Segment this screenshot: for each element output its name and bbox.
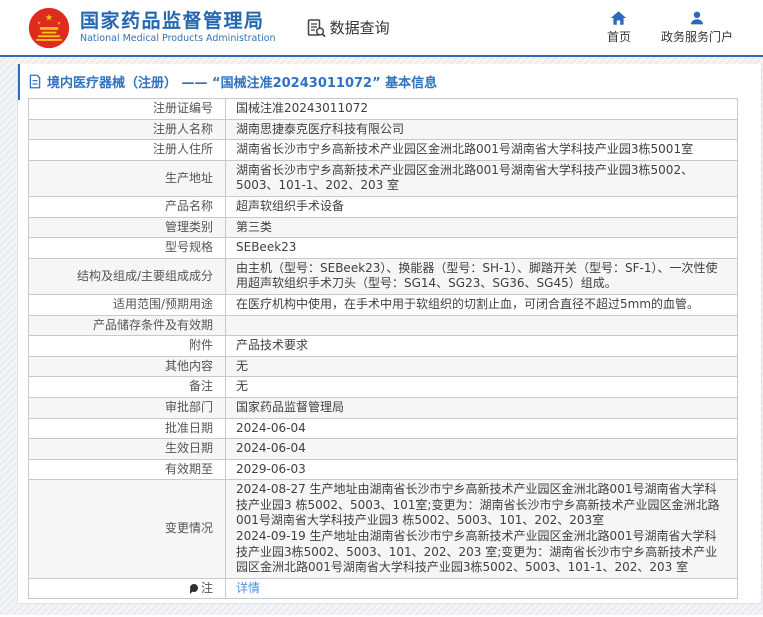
table-row: 生效日期 2024-06-04 [28, 438, 738, 460]
national-emblem-icon: ★ ★ ★ [28, 7, 70, 48]
row-value: 在医疗机构中使用，在手术中用于软组织的切割止血，可闭合直径不超过5mm的血管。 [225, 293, 738, 316]
agency-titles: 国家药品监督管理局 National Medical Products Admi… [80, 9, 276, 45]
main-area: 境内医疗器械（注册） —— “国械注准20243011072” 基本信息 注册证… [0, 57, 763, 615]
row-label: 管理类别 [28, 216, 226, 239]
row-value: 湖南省长沙市宁乡高新技术产业园区金洲北路001号湖南省大学科技产业园3栋5001… [225, 139, 738, 161]
row-value: 第三类 [225, 216, 738, 239]
row-label: 附件 [28, 335, 226, 357]
row-value: 无 [225, 376, 738, 398]
table-row: 结构及组成/主要组成成分 由主机（型号：SEBeek23）、换能器（型号：SH-1… [28, 257, 738, 295]
row-label: 注册人住所 [28, 139, 226, 161]
data-query-icon [307, 18, 326, 37]
table-row: 附件 产品技术要求 [28, 335, 738, 357]
row-label: 有效期至 [28, 458, 226, 481]
row-value: 2024-08-27 生产地址由湖南省长沙市宁乡高新技术产业园区金洲北路001号… [225, 479, 738, 579]
nav-home-label: 首页 [606, 30, 631, 44]
table-row: 产品名称 超声软组织手术设备 [28, 195, 738, 218]
agency-name: 国家药品监督管理局 [80, 9, 265, 32]
table-row: 其他内容无 [28, 355, 738, 378]
row-label: 产品储存条件及有效期 [28, 314, 226, 337]
row-label: 其他内容 [28, 355, 226, 378]
registration-info-table: 注册证编号 国械注准20243011072 注册人名称 湖南思捷泰克医疗科技有限公司注… [28, 98, 738, 600]
table-row: 注册人名称 湖南思捷泰克医疗科技有限公司 [28, 118, 738, 141]
row-label: 备注 [28, 376, 226, 398]
row-label: 生产地址 [28, 159, 226, 197]
row-value: 超声软组织手术设备 [225, 195, 738, 218]
svg-text:★: ★ [45, 12, 53, 23]
table-row: 生产地址 湖南省长沙市宁乡高新技术产业园区金洲北路001号湖南省大学科技产业园3栋… [28, 159, 738, 197]
detail-link[interactable]: 详情 [236, 581, 260, 595]
svg-text:★: ★ [37, 20, 41, 26]
row-value: 由主机（型号：SEBeek23）、换能器（型号：SH-1）、脚踏开关（型号：SF… [225, 257, 738, 295]
breadcrumb: 境内医疗器械（注册） —— “国械注准20243011072” 基本信息 [18, 64, 761, 98]
nav-home[interactable]: 首页 [607, 10, 631, 45]
row-label: 审批部门 [28, 396, 226, 419]
document-icon [29, 74, 41, 89]
user-icon [690, 11, 703, 25]
note-balloon-icon [189, 583, 198, 594]
row-value: 产品技术要求 [225, 335, 738, 357]
row-label: 批准日期 [28, 417, 226, 440]
table-row: 批准日期 2024-06-04 [28, 417, 738, 440]
row-label: 注 [28, 577, 226, 600]
table-row: 有效期至 2029-06-03 [28, 458, 738, 481]
row-label: 结构及组成/主要组成成分 [28, 257, 226, 295]
home-icon [611, 11, 627, 25]
site-header: ★ ★ ★ 国家药品监督管理局 National Medical Product… [0, 0, 763, 57]
nav-gov-portal[interactable]: 政务服务门户 [661, 10, 733, 45]
svg-text:★: ★ [57, 20, 61, 26]
table-row: 管理类别 第三类 [28, 216, 738, 239]
row-label: 生效日期 [28, 438, 226, 460]
nav-gov-portal-label: 政务服务门户 [660, 30, 733, 44]
agency-name-en: National Medical Products Administration [80, 33, 276, 45]
row-value: 无 [225, 355, 738, 378]
table-row: 变更情况 2024-08-27 生产地址由湖南省长沙市宁乡高新技术产业园区金洲北路… [28, 479, 738, 579]
table-row: 型号规格 SEBeek23 [28, 237, 738, 259]
row-value: 2024-06-04 [225, 417, 738, 440]
row-value: 2029-06-03 [225, 458, 738, 481]
data-query-label: 数据查询 [329, 19, 390, 37]
data-query-tab[interactable]: 数据查询 [306, 17, 390, 38]
breadcrumb-text: 境内医疗器械（注册） —— “国械注准20243011072” 基本信息 [47, 76, 438, 91]
top-nav: 首页 政务服务门户 [607, 10, 733, 45]
row-value: SEBeek23 [225, 237, 738, 259]
row-value: 湖南省长沙市宁乡高新技术产业园区金洲北路001号湖南省大学科技产业园3栋5002… [225, 159, 738, 197]
row-label: 产品名称 [28, 195, 226, 218]
agency-logo: ★ ★ ★ 国家药品监督管理局 National Medical Product… [27, 6, 276, 50]
table-row: 注册证编号 国械注准20243011072 [28, 98, 738, 120]
table-row: 产品储存条件及有效期 [28, 314, 738, 337]
table-row: 适用范围/预期用途 在医疗机构中使用，在手术中用于软组织的切割止血，可闭合直径不超… [28, 293, 738, 316]
row-value: 湖南思捷泰克医疗科技有限公司 [225, 118, 738, 141]
row-value: 国家药品监督管理局 [225, 396, 738, 419]
table-row: 注册人住所 湖南省长沙市宁乡高新技术产业园区金洲北路001号湖南省大学科技产业园3… [28, 139, 738, 161]
row-value [225, 314, 738, 337]
row-label: 型号规格 [28, 237, 226, 259]
row-label: 注册人名称 [28, 118, 226, 141]
row-label: 变更情况 [28, 479, 226, 579]
row-value: 2024-06-04 [225, 438, 738, 460]
row-label: 适用范围/预期用途 [28, 293, 226, 316]
row-label: 注册证编号 [28, 98, 226, 120]
table-row: 备注无 [28, 376, 738, 398]
content-panel: 境内医疗器械（注册） —— “国械注准20243011072” 基本信息 注册证… [17, 64, 762, 604]
table-row: 注详情 [28, 577, 738, 600]
row-value: 详情 [225, 577, 738, 600]
row-value: 国械注准20243011072 [225, 98, 738, 120]
table-row: 审批部门 国家药品监督管理局 [28, 396, 738, 419]
